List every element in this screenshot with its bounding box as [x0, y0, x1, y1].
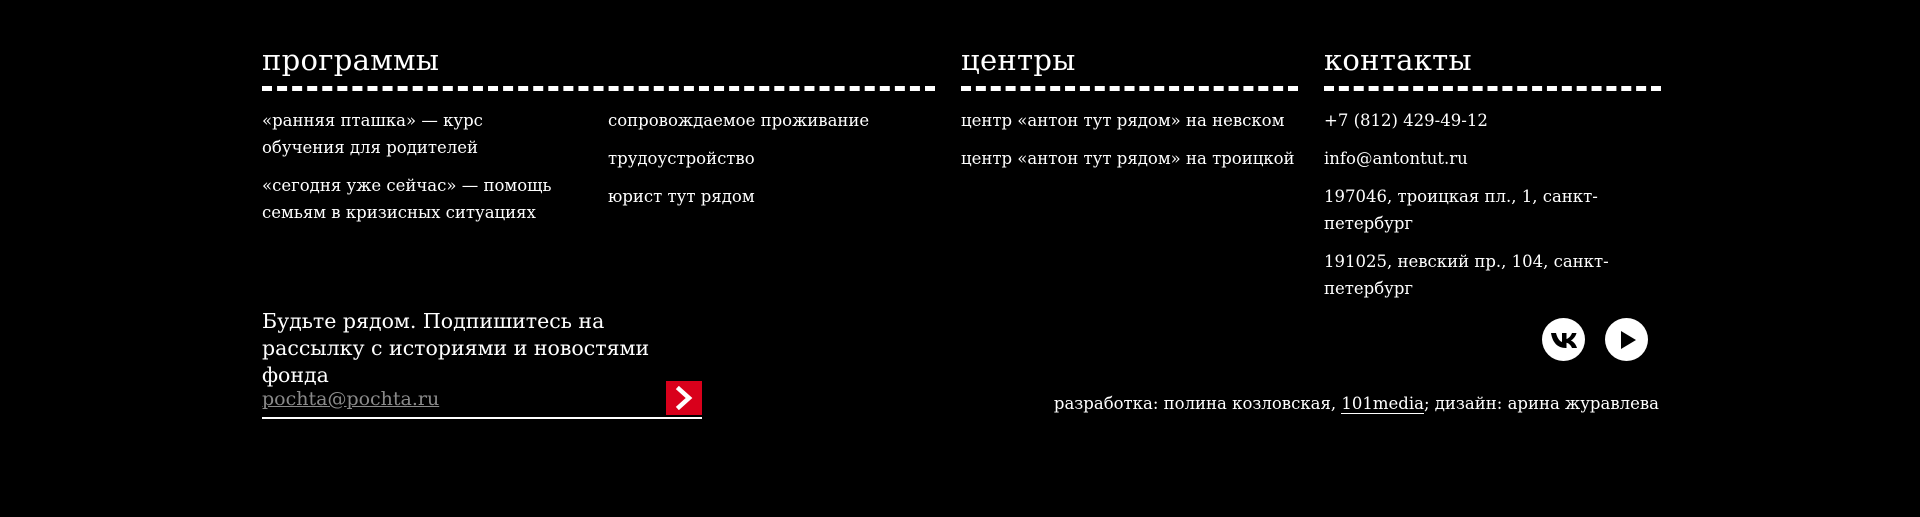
- contacts-section: контакты +7 (812) 429-49-12 info@antontu…: [1324, 40, 1661, 313]
- center-link-troitskaya[interactable]: центр «антон тут рядом» на троицкой: [961, 145, 1298, 172]
- contact-email-link[interactable]: info@antontut.ru: [1324, 145, 1661, 172]
- social-links: [1542, 318, 1648, 361]
- chevron-right-icon: [675, 386, 693, 410]
- newsletter-section: Будьте рядом. Подпишитесь на рассылку с …: [262, 308, 702, 389]
- credits-prefix: разработка: полина козловская,: [1053, 394, 1337, 413]
- program-link-early-bird[interactable]: «ранняя пташка» — курс обучения для роди…: [262, 107, 608, 161]
- contact-address-nevsky: 191025, невский пр., 104, санкт-петербур…: [1324, 252, 1609, 298]
- newsletter-text: Будьте рядом. Подпишитесь на рассылку с …: [262, 309, 650, 387]
- vk-link[interactable]: [1542, 318, 1585, 361]
- contact-phone-link[interactable]: +7 (812) 429-49-12: [1324, 107, 1661, 134]
- program-link-today-now[interactable]: «сегодня уже сейчас» — помощь семьям в к…: [262, 172, 608, 226]
- play-icon: [1620, 330, 1636, 349]
- contact-address-troitskaya: 197046, троицкая пл., 1, санкт-петербург: [1324, 187, 1598, 233]
- programs-list-left: «ранняя пташка» — курс обучения для роди…: [262, 107, 608, 237]
- youtube-link[interactable]: [1605, 318, 1648, 361]
- programs-section: программы «ранняя пташка» — курс обучени…: [262, 40, 935, 237]
- program-link-supported-living[interactable]: сопровождаемое проживание: [608, 107, 935, 134]
- contacts-divider: [1324, 86, 1661, 91]
- program-link-employment[interactable]: трудоустройство: [608, 145, 935, 172]
- vk-icon: [1550, 332, 1577, 348]
- programs-divider: [262, 86, 935, 91]
- newsletter-submit-button[interactable]: [666, 381, 702, 415]
- credits-suffix: ; дизайн: арина журавлева: [1423, 394, 1659, 413]
- program-link-lawyer[interactable]: юрист тут рядом: [608, 183, 935, 210]
- newsletter-form: [262, 381, 702, 419]
- center-link-nevsky[interactable]: центр «антон тут рядом» на невском: [961, 107, 1298, 134]
- credits: разработка: полина козловская, 101media;…: [1054, 391, 1659, 417]
- newsletter-email-input[interactable]: [262, 385, 642, 413]
- centers-section: центры центр «антон тут рядом» на невско…: [961, 40, 1298, 183]
- centers-heading: центры: [961, 43, 1076, 77]
- programs-list-right: сопровождаемое проживание трудоустройств…: [608, 107, 935, 237]
- centers-divider: [961, 86, 1298, 91]
- studio-link[interactable]: 101media: [1341, 394, 1424, 414]
- centers-list: центр «антон тут рядом» на невском центр…: [961, 107, 1298, 172]
- programs-heading: программы: [262, 43, 440, 77]
- contacts-list: +7 (812) 429-49-12 info@antontut.ru 1970…: [1324, 107, 1661, 302]
- programs-lists: «ранняя пташка» — курс обучения для роди…: [262, 107, 935, 237]
- contacts-heading: контакты: [1324, 43, 1472, 77]
